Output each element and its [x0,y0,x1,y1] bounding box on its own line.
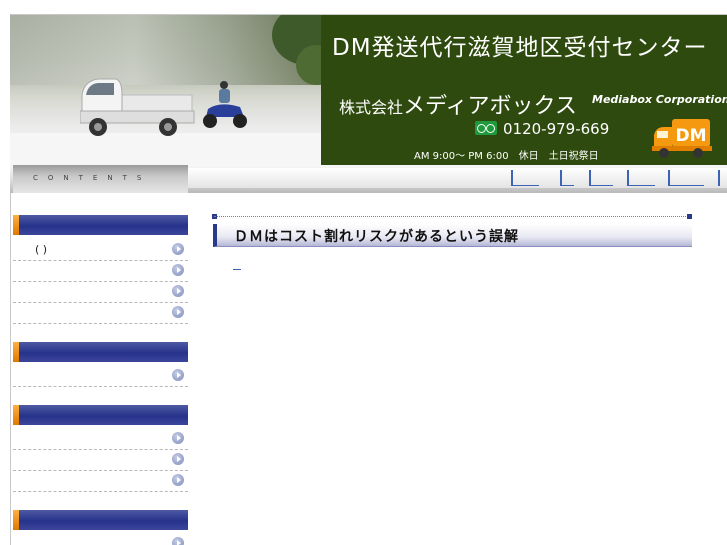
arrow-right-icon [172,432,184,444]
nav-link-5[interactable] [668,170,704,186]
arrow-right-icon [172,537,184,545]
arrow-right-icon [172,264,184,276]
company-name: 株式会社メディアボックス [339,88,577,120]
arrow-right-icon [172,369,184,381]
phone-number-text: 0120-979-669 [503,120,610,138]
sidebar-item[interactable] [13,450,188,471]
sidebar-item[interactable] [13,366,188,387]
page-title: ＤＭはコスト割れリスクがあるという誤解 [234,229,519,245]
arrow-right-icon [172,285,184,297]
sidebar-item[interactable] [13,429,188,450]
nav-link-4[interactable] [627,170,655,186]
dm-logo-text: DM [675,126,706,146]
sidebar-heading-4 [13,510,188,530]
nav-end-divider [718,170,720,186]
rule-dot [687,214,692,219]
nav-link-1[interactable] [511,170,539,186]
sidebar-item-label: ( ) [35,243,48,256]
arrow-right-icon [172,453,184,465]
content-link[interactable] [233,262,241,270]
heading-rule [214,216,692,217]
truck-icon [80,78,195,136]
sidebar-item[interactable] [13,303,188,324]
contents-label: CONTENTS [33,174,152,182]
arrow-right-icon [172,306,184,318]
company-prefix: 株式会社 [339,98,404,117]
company-name-en: Mediabox Corporation [592,93,727,106]
sidebar-item[interactable] [13,534,188,545]
phone-number: 0120-979-669 [475,120,609,138]
sidebar-item[interactable] [13,471,188,492]
sidebar-heading-1 [13,215,188,235]
site-title: DM発送代行滋賀地区受付センター [332,35,708,61]
dm-truck-logo-icon: DM [652,119,712,158]
company-name-text: メディアボックス [403,94,577,119]
sidebar-heading-3 [13,405,188,425]
page-heading: ＤＭはコスト割れリスクがあるという誤解 [213,224,692,247]
business-hours: AM 9:00～ PM 6:00 休日 土日祝祭日 [414,151,599,162]
header-photo [10,15,321,165]
arrow-right-icon [172,474,184,486]
sidebar-item[interactable]: ( ) [13,240,188,261]
arrow-right-icon [172,243,184,255]
free-dial-icon [475,121,497,135]
sidebar-item[interactable] [13,261,188,282]
sidebar-item[interactable] [13,282,188,303]
sidebar-heading-2 [13,342,188,362]
nav-link-3[interactable] [589,170,613,186]
nav-link-2[interactable] [560,170,574,186]
scooter-rider-icon [203,81,247,128]
